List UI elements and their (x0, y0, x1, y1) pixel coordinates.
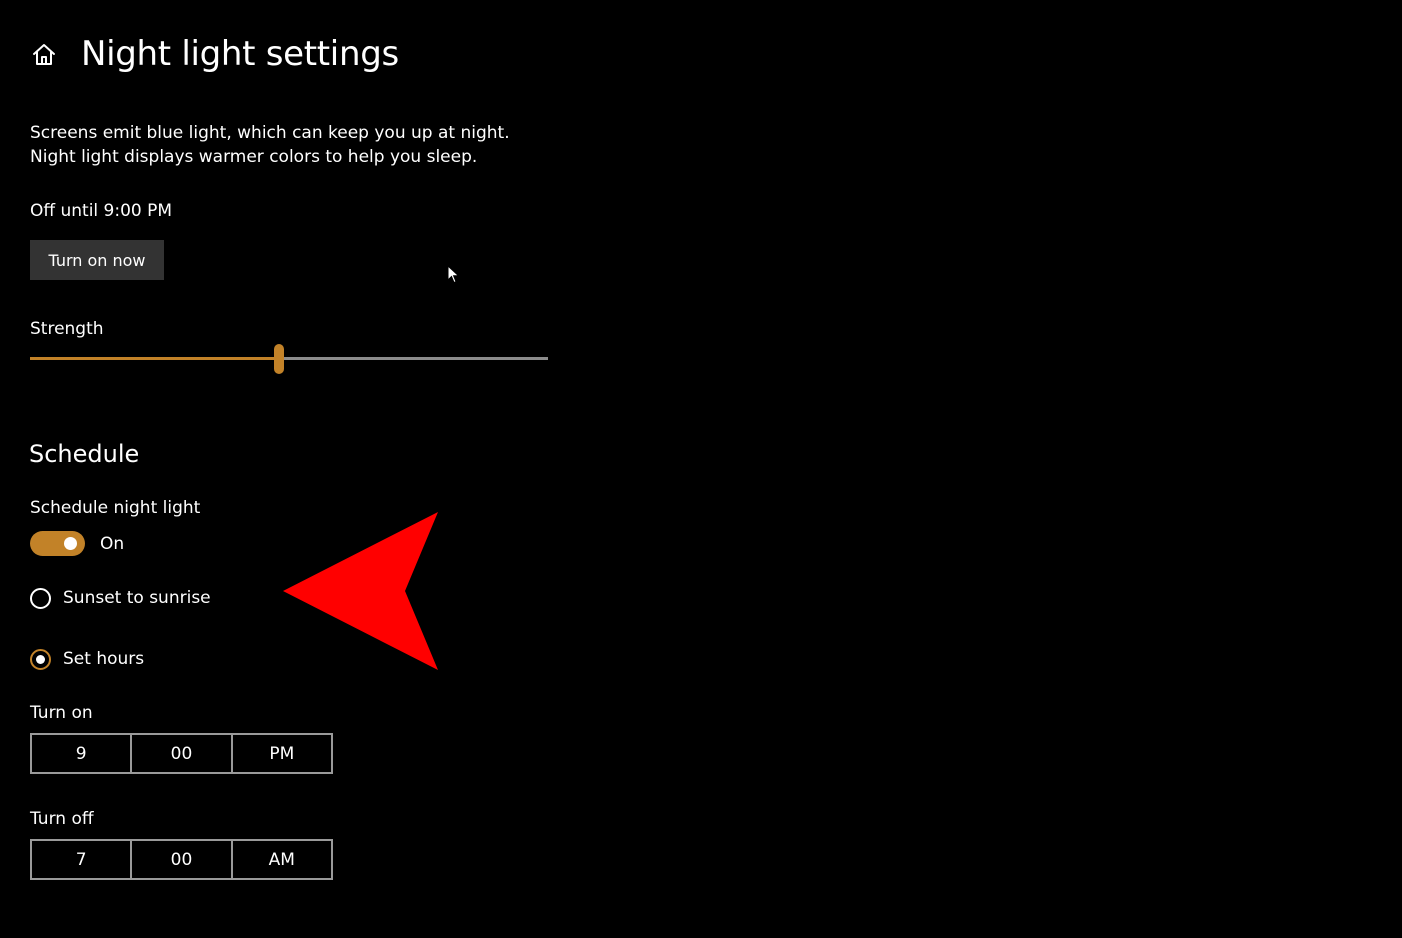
turn-off-minute[interactable]: 00 (130, 841, 230, 878)
slider-thumb[interactable] (274, 344, 284, 374)
strength-label: Strength (30, 319, 104, 339)
turn-on-period[interactable]: PM (230, 735, 331, 772)
status-text: Off until 9:00 PM (30, 201, 173, 221)
slider-track-fill (30, 357, 279, 360)
mouse-cursor-icon (447, 265, 460, 284)
turn-off-hour[interactable]: 7 (32, 841, 130, 878)
toggle-knob (64, 537, 77, 550)
radio-sunset-to-sunrise[interactable]: Sunset to sunrise (30, 585, 211, 611)
page-title: Night light settings (81, 34, 399, 74)
turn-on-time-picker[interactable]: 9 00 PM (30, 733, 333, 774)
schedule-section-title: Schedule (29, 440, 140, 468)
turn-on-minute[interactable]: 00 (130, 735, 230, 772)
radio-dot (36, 654, 45, 664)
schedule-night-light-label: Schedule night light (30, 498, 201, 518)
home-icon[interactable] (31, 42, 57, 68)
turn-off-period[interactable]: AM (230, 841, 331, 878)
turn-on-now-button[interactable]: Turn on now (30, 240, 164, 280)
turn-on-label: Turn on (30, 703, 93, 723)
radio-button-selected[interactable] (30, 648, 51, 670)
night-light-settings-page: Night light settings Screens emit blue l… (0, 0, 1402, 938)
radio-button-unselected[interactable] (30, 587, 51, 609)
radio-label: Sunset to sunrise (63, 588, 211, 608)
turn-on-hour[interactable]: 9 (32, 735, 130, 772)
description-text: Screens emit blue light, which can keep … (30, 123, 510, 167)
radio-label: Set hours (63, 649, 145, 669)
red-arrow-annotation (283, 512, 438, 670)
toggle-state-label: On (100, 534, 125, 554)
radio-set-hours[interactable]: Set hours (30, 646, 144, 672)
strength-slider[interactable] (30, 343, 548, 375)
turn-off-time-picker[interactable]: 7 00 AM (30, 839, 333, 880)
schedule-night-light-toggle[interactable] (30, 531, 85, 556)
turn-off-label: Turn off (30, 809, 94, 829)
